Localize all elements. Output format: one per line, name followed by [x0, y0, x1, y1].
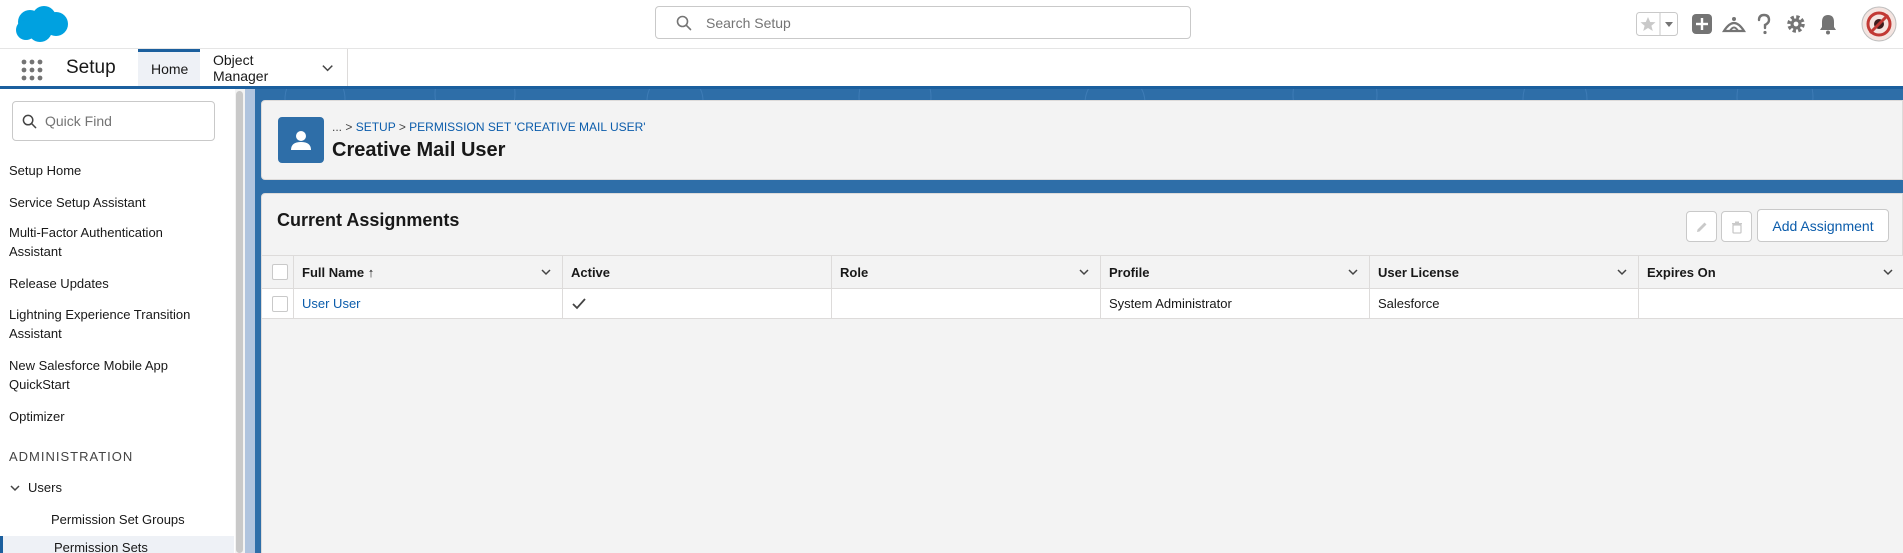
app-launcher-icon[interactable] [20, 58, 44, 82]
table-header-row: Full Name ↑ Active Role Profile User Lic… [262, 255, 1903, 289]
search-icon [22, 114, 37, 129]
page-header: ... > SETUP > PERMISSION SET 'CREATIVE M… [261, 100, 1903, 180]
add-icon[interactable] [1690, 12, 1714, 36]
current-assignments-card: Current Assignments Add Assignment Full … [261, 193, 1903, 553]
global-header [0, 0, 1903, 49]
favorites-button[interactable] [1636, 12, 1678, 36]
column-label: Profile [1109, 264, 1150, 280]
column-header-expires-on[interactable]: Expires On [1639, 256, 1903, 288]
card-title: Current Assignments [277, 210, 460, 230]
sidebar-item-permission-sets[interactable]: Permission Sets [0, 536, 234, 553]
table-row: User User System Administrator Salesforc… [262, 289, 1903, 319]
sidebar-item-mobile-quickstart[interactable]: New Salesforce Mobile App QuickStart [9, 356, 194, 394]
salesforce-logo[interactable] [12, 4, 72, 46]
app-name: Setup [66, 57, 116, 78]
chevron-down-icon[interactable] [9, 482, 21, 494]
main-edge-strip [245, 89, 255, 553]
search-input[interactable] [706, 7, 1176, 38]
tab-home-label: Home [151, 61, 189, 77]
cell-active [563, 289, 832, 318]
page-title: Creative Mail User [332, 139, 506, 161]
row-checkbox[interactable] [272, 295, 288, 312]
trailhead-icon[interactable] [1722, 12, 1746, 36]
breadcrumb-permission-set-link[interactable]: PERMISSION SET 'CREATIVE MAIL USER' [409, 120, 645, 134]
column-header-role[interactable]: Role [832, 256, 1101, 288]
user-link[interactable]: User User [302, 296, 361, 311]
column-label: Role [840, 264, 869, 280]
checkmark-icon [572, 297, 586, 309]
column-header-full-name[interactable]: Full Name ↑ [294, 256, 563, 288]
column-header-user-license[interactable]: User License [1370, 256, 1639, 288]
breadcrumb-prefix: ... > [332, 120, 356, 134]
chevron-down-icon[interactable] [1347, 266, 1359, 278]
chevron-down-icon[interactable] [321, 61, 334, 75]
column-header-profile[interactable]: Profile [1101, 256, 1370, 288]
breadcrumb: ... > SETUP > PERMISSION SET 'CREATIVE M… [332, 120, 646, 134]
help-icon[interactable] [1752, 12, 1776, 36]
chevron-down-icon[interactable] [1078, 266, 1090, 278]
app-navigation-bar: Setup Home Object Manager [0, 49, 1903, 89]
scrollbar-thumb[interactable] [236, 91, 243, 553]
sidebar-item-permission-set-groups[interactable]: Permission Set Groups [51, 512, 185, 527]
select-all-cell [262, 256, 294, 288]
sidebar-item-setup-home[interactable]: Setup Home [9, 161, 229, 180]
search-icon [676, 15, 692, 31]
chevron-down-icon[interactable] [540, 266, 552, 278]
sidebar-item-lightning-transition[interactable]: Lightning Experience Transition Assistan… [9, 305, 214, 343]
quick-find-input[interactable] [45, 102, 210, 140]
tab-object-manager-label: Object Manager [213, 51, 269, 84]
column-label: Expires On [1647, 264, 1716, 280]
tab-home[interactable]: Home [138, 49, 200, 86]
cell-full-name: User User [294, 289, 563, 318]
cell-user-license: Salesforce [1370, 289, 1639, 318]
setup-sidebar: Setup Home Service Setup Assistant Multi… [0, 89, 238, 553]
breadcrumb-separator: > [395, 120, 410, 134]
cell-role [832, 289, 1101, 318]
column-header-active[interactable]: Active [563, 256, 832, 288]
edit-button[interactable] [1686, 211, 1717, 242]
trash-icon [1731, 221, 1742, 234]
user-avatar[interactable] [1861, 6, 1897, 42]
delete-button[interactable] [1721, 211, 1752, 242]
column-label: Full Name ↑ [302, 264, 375, 280]
cell-profile: System Administrator [1101, 289, 1370, 318]
sidebar-item-optimizer[interactable]: Optimizer [9, 407, 229, 426]
tab-object-manager[interactable]: Object Manager [200, 49, 348, 86]
sidebar-section-administration: ADMINISTRATION [9, 449, 134, 464]
column-label: Active [571, 264, 611, 280]
notifications-bell-icon[interactable] [1816, 12, 1840, 36]
user-icon [278, 117, 324, 163]
sidebar-item-users[interactable]: Users [9, 480, 62, 495]
row-select-cell [262, 289, 294, 318]
global-search[interactable] [655, 6, 1191, 39]
chevron-down-icon[interactable] [1882, 266, 1894, 278]
chevron-down-icon[interactable] [1616, 266, 1628, 278]
sidebar-item-service-setup-assistant[interactable]: Service Setup Assistant [9, 193, 229, 212]
breadcrumb-setup-link[interactable]: SETUP [356, 120, 396, 134]
quick-find-box[interactable] [12, 101, 215, 141]
sidebar-item-mfa-assistant[interactable]: Multi-Factor Authentication Assistant [9, 223, 194, 261]
cell-expires-on [1639, 289, 1903, 318]
table-empty-area [262, 319, 1903, 553]
sidebar-scrollbar[interactable] [235, 89, 245, 553]
select-all-checkbox[interactable] [272, 264, 288, 280]
sidebar-item-release-updates[interactable]: Release Updates [9, 274, 229, 293]
add-assignment-button[interactable]: Add Assignment [1757, 209, 1889, 242]
pencil-icon [1696, 222, 1706, 232]
sidebar-item-users-label: Users [28, 480, 62, 495]
column-label: User License [1378, 264, 1459, 280]
gear-icon[interactable] [1784, 12, 1808, 36]
